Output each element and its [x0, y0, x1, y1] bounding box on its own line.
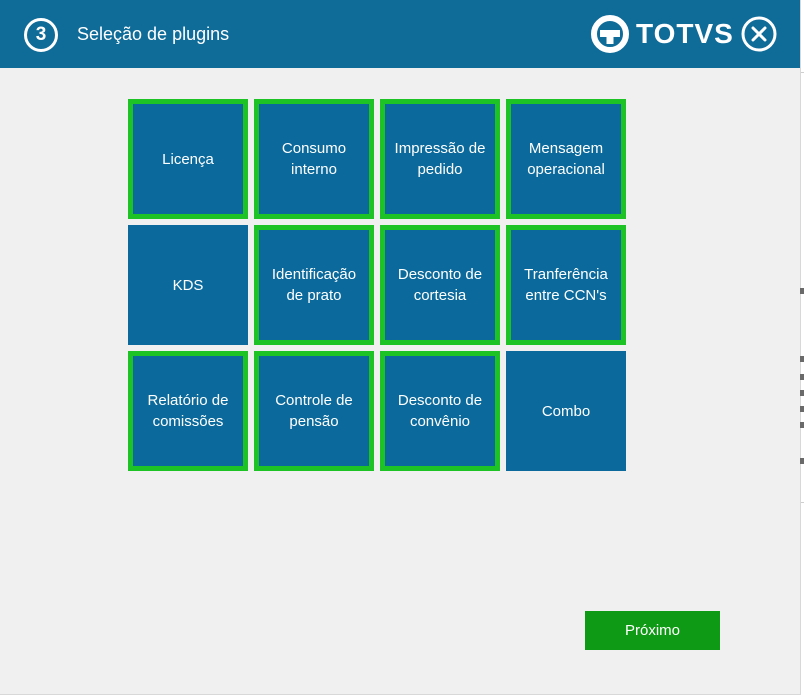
plugin-label-line: interno	[291, 161, 337, 178]
plugin-label-line: Licença	[162, 150, 214, 168]
plugin-tile-label: Consumo interno	[282, 138, 346, 180]
plugin-tile-label: Controle de pensão	[275, 390, 353, 432]
plugin-label-line: Desconto de	[397, 266, 483, 283]
plugin-tile[interactable]: Consumo interno	[254, 99, 374, 219]
plugin-tile-label: Desconto de convênio	[398, 390, 482, 432]
close-button[interactable]	[741, 16, 777, 52]
brand-name: TOTVS	[636, 18, 734, 49]
plugin-label-line: Relatório de	[147, 392, 229, 409]
plugin-label-line: KDS	[172, 276, 204, 294]
plugin-tile[interactable]: Desconto de cortesia	[380, 225, 500, 345]
plugin-label-line: Controle de	[275, 392, 353, 409]
background-text-fragment	[800, 374, 804, 380]
plugin-label-line: Desconto de	[397, 392, 483, 409]
plugin-label-line: convênio	[409, 413, 471, 430]
plugin-tile-label: KDS	[173, 275, 204, 296]
plugin-tile[interactable]: Tranferência entre CCN's	[506, 225, 626, 345]
background-text-fragment	[800, 458, 804, 464]
background-text-fragment	[800, 406, 804, 412]
plugin-tile[interactable]: Mensagem operacional	[506, 99, 626, 219]
plugin-label-line: pedido	[417, 161, 463, 178]
plugin-label-line: Consumo	[281, 140, 347, 157]
plugin-tile-label: Identificação de prato	[272, 264, 356, 306]
plugin-label-line: comissões	[152, 413, 224, 430]
plugin-tile[interactable]: Impressão de pedido	[380, 99, 500, 219]
plugin-label-line: operacional	[527, 161, 605, 178]
plugin-tile[interactable]: Licença	[128, 99, 248, 219]
plugin-tile-label: Desconto de cortesia	[398, 264, 482, 306]
page-title: Seleção de plugins	[77, 24, 230, 44]
background-text-fragment	[800, 422, 804, 428]
plugin-label-line: entre CCN's	[525, 287, 607, 304]
plugin-tile[interactable]: Relatório de comissões	[128, 351, 248, 471]
window-header: 3 Seleção de plugins TOTVS	[0, 0, 800, 68]
plugin-tile-label: Relatório de comissões	[148, 390, 229, 432]
plugin-label-line: pensão	[289, 413, 339, 430]
totvs-logo-icon	[591, 15, 629, 53]
plugin-selection-window: 3 Seleção de plugins TOTVS Licença Consum…	[0, 0, 801, 695]
step-number-badge: 3	[24, 18, 58, 52]
next-button[interactable]: Próximo	[585, 611, 720, 650]
background-text-fragment	[800, 356, 804, 362]
plugin-label-line: Mensagem	[528, 140, 604, 157]
plugin-label-line: cortesia	[413, 287, 467, 304]
plugin-tile-label: Tranferência entre CCN's	[524, 264, 608, 306]
plugin-label-line: de prato	[286, 287, 342, 304]
plugin-tile-label: Impressão de pedido	[395, 138, 486, 180]
plugin-tile[interactable]: Combo	[506, 351, 626, 471]
plugin-tile-label: Mensagem operacional	[527, 138, 605, 180]
plugin-label-line: Tranferência	[524, 266, 608, 283]
plugin-label-line: Identificação	[271, 266, 357, 283]
brand-logo: TOTVS	[591, 15, 734, 53]
plugin-label-line: Impressão de	[394, 140, 486, 157]
plugin-grid: Licença Consumo interno Impressão de pedido M…	[128, 99, 628, 471]
plugin-label-line: Combo	[541, 402, 591, 420]
background-text-fragment	[800, 390, 804, 396]
close-circle-icon	[741, 16, 777, 52]
plugin-tile-label: Combo	[542, 401, 590, 422]
plugin-tile[interactable]: Identificação de prato	[254, 225, 374, 345]
plugin-tile-label: Licença	[162, 149, 214, 170]
plugin-tile[interactable]: Controle de pensão	[254, 351, 374, 471]
plugin-tile[interactable]: Desconto de convênio	[380, 351, 500, 471]
plugin-tile[interactable]: KDS	[128, 225, 248, 345]
background-text-fragment	[800, 288, 804, 294]
